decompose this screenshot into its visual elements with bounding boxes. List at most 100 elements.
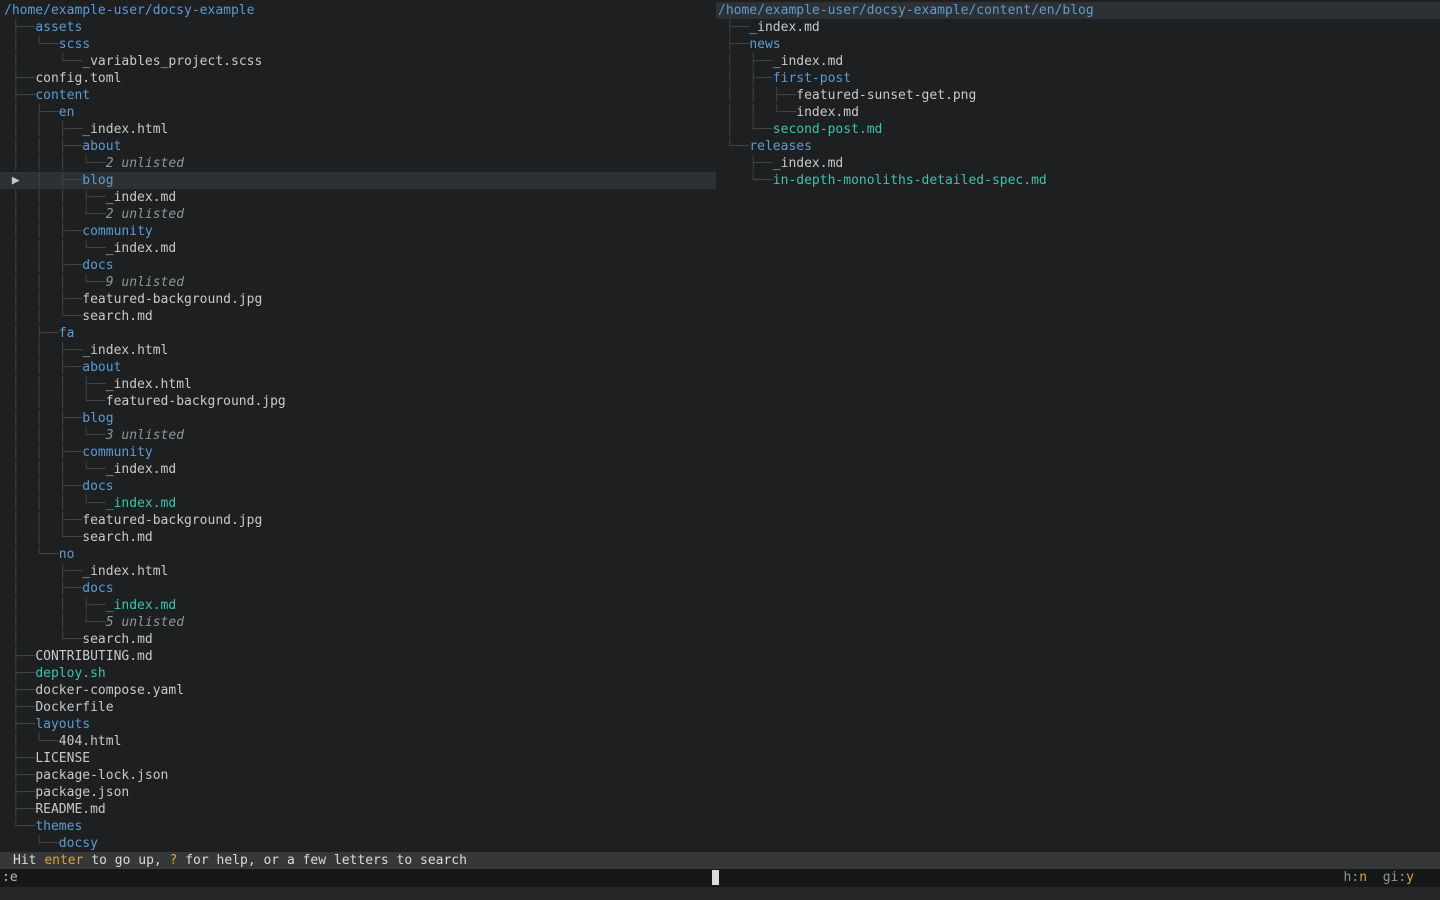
- tree-row-featured-background-jpg[interactable]: │ │ │ └──featured-background.jpg: [0, 393, 716, 410]
- entry-label: themes: [35, 819, 82, 834]
- tree-row-deploy-sh[interactable]: ├──deploy.sh: [0, 665, 716, 682]
- tree-branch: │ │ └──: [4, 615, 106, 630]
- entry-label: blog: [82, 173, 113, 188]
- tree-branch: │ ├──: [4, 105, 59, 120]
- flag-value: n: [1359, 870, 1367, 885]
- tree-branch: │ │ │ └──: [4, 394, 106, 409]
- tree-row-3-unlisted[interactable]: │ │ │ └──3 unlisted: [0, 427, 716, 444]
- tree-row-news[interactable]: ├──news: [716, 36, 1440, 53]
- tree-row--index-html[interactable]: │ │ ├──_index.html: [0, 121, 716, 138]
- tree-row-featured-sunset-get-png[interactable]: │ │ ├──featured-sunset-get.png: [716, 87, 1440, 104]
- tree-branch: │ │ │ └──: [4, 241, 106, 256]
- tree-row--index-md[interactable]: │ │ │ └──_index.md: [0, 461, 716, 478]
- tree-branch: │ │ ├──: [4, 411, 82, 426]
- tree-row-docs[interactable]: │ │ ├──docs: [0, 257, 716, 274]
- tree-row-5-unlisted[interactable]: │ │ └──5 unlisted: [0, 614, 716, 631]
- entry-label: in-depth-monoliths-detailed-spec.md: [773, 173, 1047, 188]
- tree-row-license[interactable]: ├──LICENSE: [0, 750, 716, 767]
- tree-row-blog[interactable]: │ │ ├──blog: [0, 410, 716, 427]
- tree-row-assets[interactable]: ├──assets: [0, 19, 716, 36]
- tree-row-docs[interactable]: │ │ ├──docs: [0, 478, 716, 495]
- tree-row-scss[interactable]: │ └──scss: [0, 36, 716, 53]
- tree-row-in-depth-monoliths-detailed-spec-md[interactable]: └──in-depth-monoliths-detailed-spec.md: [716, 172, 1440, 189]
- tree-row-readme-md[interactable]: ├──README.md: [0, 801, 716, 818]
- tree-row--index-md[interactable]: │ ├──_index.md: [716, 53, 1440, 70]
- tree-branch: ├──: [4, 785, 35, 800]
- tree-row--index-md[interactable]: │ │ ├──_index.md: [0, 597, 716, 614]
- tree-branch: │ │ │ └──: [4, 496, 106, 511]
- entry-label: assets: [35, 20, 82, 35]
- tree-row-search-md[interactable]: │ │ └──search.md: [0, 308, 716, 325]
- left-input[interactable]: :e: [0, 869, 712, 887]
- tree-branch: │ │ │ └──: [4, 156, 106, 171]
- tree-row-search-md[interactable]: │ │ └──search.md: [0, 529, 716, 546]
- tree-branch: │ ├──: [35, 173, 82, 188]
- tree-row--index-md[interactable]: │ │ │ └──_index.md: [0, 240, 716, 257]
- tree-row-404-html[interactable]: │ └──404.html: [0, 733, 716, 750]
- tree-row--index-html[interactable]: │ ├──_index.html: [0, 563, 716, 580]
- tree-row--index-html[interactable]: │ │ ├──_index.html: [0, 342, 716, 359]
- tree-row--index-md[interactable]: ├──_index.md: [716, 19, 1440, 36]
- entry-label: _index.md: [106, 496, 176, 511]
- tree-row-releases[interactable]: └──releases: [716, 138, 1440, 155]
- tree-row-en[interactable]: │ ├──en: [0, 104, 716, 121]
- tree-row--variables-project-scss[interactable]: │ └──_variables_project.scss: [0, 53, 716, 70]
- panel-right: /home/example-user/docsy-example/content…: [716, 0, 1440, 852]
- tree-row-themes[interactable]: └──themes: [0, 818, 716, 835]
- tree-row-featured-background-jpg[interactable]: │ │ ├──featured-background.jpg: [0, 291, 716, 308]
- tree-row-config-toml[interactable]: ├──config.toml: [0, 70, 716, 87]
- tree-row-9-unlisted[interactable]: │ │ │ └──9 unlisted: [0, 274, 716, 291]
- tree-row-content[interactable]: ├──content: [0, 87, 716, 104]
- tree-row-docs[interactable]: │ ├──docs: [0, 580, 716, 597]
- entry-label: Dockerfile: [35, 700, 113, 715]
- tree-row--index-md[interactable]: │ │ │ ├──_index.md: [0, 189, 716, 206]
- tree-row-2-unlisted[interactable]: │ │ │ └──2 unlisted: [0, 206, 716, 223]
- left-panel-path-row[interactable]: /home/example-user/docsy-example: [0, 2, 716, 19]
- entry-label: docs: [82, 479, 113, 494]
- tree-row-dockerfile[interactable]: ├──Dockerfile: [0, 699, 716, 716]
- entry-label: 9 unlisted: [106, 275, 184, 290]
- tree-row--index-md[interactable]: │ │ │ └──_index.md: [0, 495, 716, 512]
- tree-row-first-post[interactable]: │ ├──first-post: [716, 70, 1440, 87]
- tree-branch: ├──: [4, 751, 35, 766]
- tree-branch: │ │ │ └──: [4, 207, 106, 222]
- tree-row--index-html[interactable]: │ │ │ ├──_index.html: [0, 376, 716, 393]
- tree-branch: ├──: [718, 37, 749, 52]
- tree-row-package-lock-json[interactable]: ├──package-lock.json: [0, 767, 716, 784]
- tree-row-fa[interactable]: │ ├──fa: [0, 325, 716, 342]
- tree-row-layouts[interactable]: ├──layouts: [0, 716, 716, 733]
- tree-row-no[interactable]: │ └──no: [0, 546, 716, 563]
- tree-row-blog[interactable]: ▶ │ ├──blog: [0, 172, 716, 189]
- tree-row-search-md[interactable]: │ └──search.md: [0, 631, 716, 648]
- tree-row-docsy[interactable]: └──docsy: [0, 835, 716, 852]
- tree-branch: │ │ ├──: [4, 258, 82, 273]
- tree-row--index-md[interactable]: ├──_index.md: [716, 155, 1440, 172]
- tree-branch: │ │ ├──: [718, 88, 796, 103]
- tree-row-index-md[interactable]: │ │ └──index.md: [716, 104, 1440, 121]
- tree-row-featured-background-jpg[interactable]: │ │ ├──featured-background.jpg: [0, 512, 716, 529]
- tree-row-package-json[interactable]: ├──package.json: [0, 784, 716, 801]
- tree-branch: │ └──: [718, 122, 773, 137]
- tree-row-community[interactable]: │ │ ├──community: [0, 444, 716, 461]
- tree-row-docker-compose-yaml[interactable]: ├──docker-compose.yaml: [0, 682, 716, 699]
- tree-branch: │ └──: [4, 632, 82, 647]
- tree-row-about[interactable]: │ │ ├──about: [0, 138, 716, 155]
- tree-panels: /home/example-user/docsy-example ├──asse…: [0, 0, 1440, 852]
- tree-branch: │ │ └──: [4, 309, 82, 324]
- tree-branch: │ └──: [4, 54, 82, 69]
- right-panel-path-row[interactable]: /home/example-user/docsy-example/content…: [716, 2, 1440, 19]
- status-key-hint: enter: [44, 853, 83, 868]
- tree-row-about[interactable]: │ │ ├──about: [0, 359, 716, 376]
- tree-row-second-post-md[interactable]: │ └──second-post.md: [716, 121, 1440, 138]
- left-panel-path: /home/example-user/docsy-example: [4, 3, 254, 18]
- tree-row-community[interactable]: │ │ ├──community: [0, 223, 716, 240]
- status-text: for help, or a few letters to search: [177, 853, 467, 868]
- tree-row-2-unlisted[interactable]: │ │ │ └──2 unlisted: [0, 155, 716, 172]
- entry-label: featured-sunset-get.png: [796, 88, 976, 103]
- entry-label: config.toml: [35, 71, 121, 86]
- entry-label: _index.md: [106, 241, 176, 256]
- right-input[interactable]: h:n gi:y: [719, 869, 1440, 887]
- entry-label: docs: [82, 581, 113, 596]
- tree-row-contributing-md[interactable]: ├──CONTRIBUTING.md: [0, 648, 716, 665]
- entry-label: featured-background.jpg: [106, 394, 286, 409]
